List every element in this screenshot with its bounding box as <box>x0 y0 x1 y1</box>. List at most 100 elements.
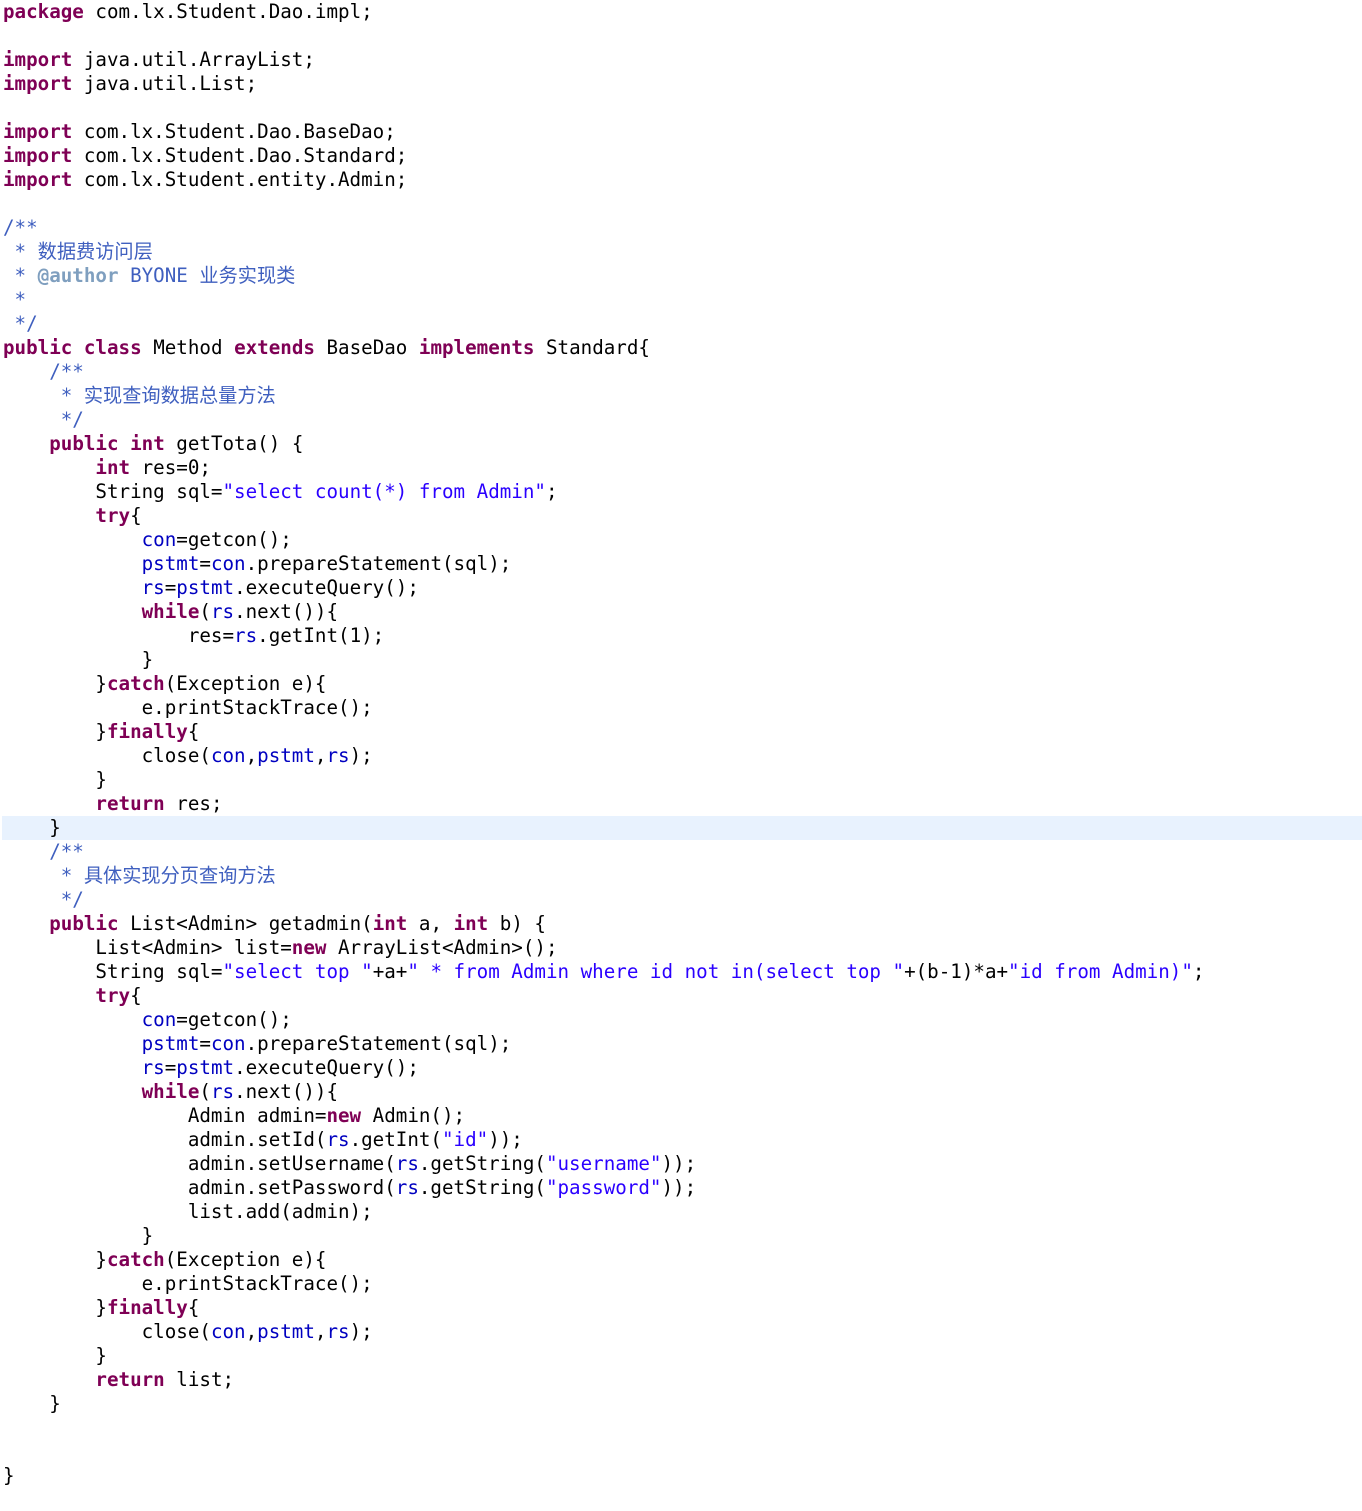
code-line[interactable]: while(rs.next()){ <box>3 1080 338 1104</box>
code-text: = <box>164 1056 177 1079</box>
code-line[interactable]: /** <box>3 360 84 384</box>
code-line[interactable]: * @author BYONE 业务实现类 <box>3 264 296 288</box>
code-text: } <box>3 1248 107 1271</box>
code-line[interactable]: } <box>3 1464 15 1488</box>
comment-text: /** <box>3 840 84 863</box>
code-line[interactable]: admin.setUsername(rs.getString("username… <box>3 1152 696 1176</box>
comment-text: * 实现查询数据总量方法 <box>3 384 276 407</box>
code-line[interactable]: close(con,pstmt,rs); <box>3 744 373 768</box>
code-line[interactable]: int res=0; <box>3 456 211 480</box>
code-text: .getInt( <box>349 1128 442 1151</box>
code-text: .executeQuery(); <box>234 576 419 599</box>
code-line[interactable]: /** <box>3 216 38 240</box>
code-line[interactable]: e.printStackTrace(); <box>3 696 373 720</box>
code-line[interactable]: * 具体实现分页查询方法 <box>3 864 276 888</box>
code-line[interactable]: e.printStackTrace(); <box>3 1272 373 1296</box>
code-line[interactable]: public int getTota() { <box>3 432 303 456</box>
code-line[interactable]: */ <box>3 888 84 912</box>
code-text: , <box>245 744 258 767</box>
keyword-token: return <box>95 1368 165 1391</box>
code-text: getTota() { <box>164 432 304 455</box>
code-text: )); <box>488 1128 523 1151</box>
field-token: rs <box>395 1176 419 1199</box>
code-line[interactable]: public class Method extends BaseDao impl… <box>3 336 650 360</box>
code-line[interactable]: import com.lx.Student.entity.Admin; <box>3 168 407 192</box>
code-text: +a+ <box>372 960 408 983</box>
keyword-token: extends <box>234 336 315 359</box>
code-line[interactable]: pstmt=con.prepareStatement(sql); <box>3 1032 512 1056</box>
code-line[interactable]: } <box>3 1392 61 1416</box>
code-line[interactable]: import java.util.List; <box>3 72 257 96</box>
code-line[interactable]: * 数据费访问层 <box>3 240 153 264</box>
code-line[interactable]: admin.setId(rs.getInt("id")); <box>3 1128 523 1152</box>
code-line[interactable]: String sql="select top "+a+" * from Admi… <box>3 960 1204 984</box>
code-line[interactable]: pstmt=con.prepareStatement(sql); <box>3 552 512 576</box>
code-line[interactable]: } <box>3 816 61 840</box>
code-line[interactable]: } <box>3 1224 154 1248</box>
keyword-token: int <box>130 432 165 455</box>
code-line[interactable]: try{ <box>3 984 141 1008</box>
code-line[interactable]: con=getcon(); <box>3 528 292 552</box>
code-line[interactable]: } <box>3 1344 107 1368</box>
comment-text: */ <box>3 312 38 335</box>
code-line[interactable]: */ <box>3 312 38 336</box>
keyword-token: catch <box>106 672 165 695</box>
code-line[interactable]: close(con,pstmt,rs); <box>3 1320 373 1344</box>
code-line[interactable]: list.add(admin); <box>3 1200 373 1224</box>
code-line[interactable]: package com.lx.Student.Dao.impl; <box>3 0 373 24</box>
code-line[interactable]: String sql="select count(*) from Admin"; <box>3 480 557 504</box>
comment-text: */ <box>3 888 84 911</box>
code-line[interactable]: * 实现查询数据总量方法 <box>3 384 276 408</box>
code-line[interactable]: import com.lx.Student.Dao.BaseDao; <box>3 120 396 144</box>
field-token: rs <box>395 1152 419 1175</box>
keyword-token: int <box>95 456 131 479</box>
code-text: .next()){ <box>234 1080 339 1103</box>
keyword-token: import <box>3 72 73 95</box>
code-text: admin.setId( <box>3 1128 327 1151</box>
code-line[interactable]: Admin admin=new Admin(); <box>3 1104 465 1128</box>
code-line[interactable]: import java.util.ArrayList; <box>3 48 315 72</box>
code-line[interactable]: /** <box>3 840 84 864</box>
comment-text: * <box>3 264 38 287</box>
code-line[interactable]: }catch(Exception e){ <box>3 1248 326 1272</box>
code-line[interactable]: }catch(Exception e){ <box>3 672 326 696</box>
code-text: } <box>3 768 107 791</box>
code-line[interactable]: rs=pstmt.executeQuery(); <box>3 576 419 600</box>
code-line[interactable]: try{ <box>3 504 141 528</box>
code-line[interactable]: admin.setPassword(rs.getString("password… <box>3 1176 696 1200</box>
code-text: a, <box>407 912 454 935</box>
field-token: pstmt <box>141 552 200 575</box>
code-line[interactable]: */ <box>3 408 84 432</box>
keyword-token: while <box>141 600 200 623</box>
code-line[interactable]: res=rs.getInt(1); <box>3 624 384 648</box>
code-line[interactable]: return list; <box>3 1368 234 1392</box>
code-editor[interactable]: package com.lx.Student.Dao.impl; import j… <box>0 0 1362 1511</box>
code-line[interactable]: con=getcon(); <box>3 1008 292 1032</box>
code-line[interactable]: * <box>3 288 27 312</box>
code-line[interactable]: } <box>3 768 107 792</box>
keyword-token: new <box>291 936 327 959</box>
code-line[interactable]: public List<Admin> getadmin(int a, int b… <box>3 912 546 936</box>
code-line[interactable]: }finally{ <box>3 720 199 744</box>
keyword-token: while <box>141 1080 200 1103</box>
code-line[interactable]: } <box>3 648 154 672</box>
keyword-token: int <box>372 912 408 935</box>
code-line[interactable]: while(rs.next()){ <box>3 600 338 624</box>
code-text: java.util.List; <box>72 72 258 95</box>
code-line[interactable]: return res; <box>3 792 222 816</box>
code-line[interactable]: List<Admin> list=new ArrayList<Admin>(); <box>3 936 557 960</box>
keyword-token: catch <box>106 1248 165 1271</box>
code-text: Standard{ <box>534 336 650 359</box>
field-token: rs <box>141 576 165 599</box>
code-line[interactable]: import com.lx.Student.Dao.Standard; <box>3 144 407 168</box>
code-line[interactable]: rs=pstmt.executeQuery(); <box>3 1056 419 1080</box>
code-line[interactable]: }finally{ <box>3 1296 199 1320</box>
code-text: .getString( <box>418 1152 546 1175</box>
code-text: ); <box>349 744 373 767</box>
code-text: } <box>3 1392 61 1415</box>
code-text: List<Admin> getadmin( <box>118 912 373 935</box>
